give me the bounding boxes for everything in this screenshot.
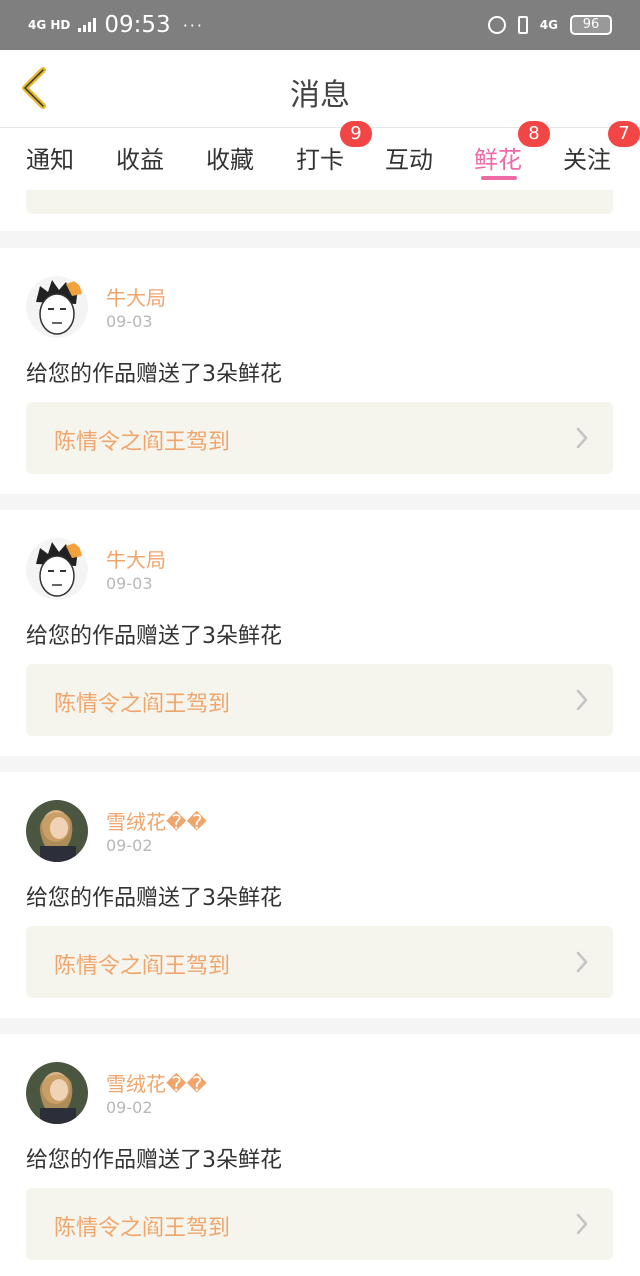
chevron-right-icon — [576, 1213, 588, 1235]
checkin-count-badge: 9 — [340, 121, 372, 147]
battery-icon: 96 — [570, 15, 612, 35]
tab-checkin[interactable]: 打卡 — [296, 140, 344, 175]
divider — [0, 494, 640, 510]
work-link[interactable]: 陈情令之阎王驾到 — [26, 664, 613, 736]
avatar[interactable] — [26, 1062, 88, 1124]
message-text: 给您的作品赠送了3朵鲜花 — [26, 1148, 282, 1173]
chevron-right-icon — [576, 427, 588, 449]
sender-name[interactable]: 雪绒花�� — [106, 806, 207, 835]
clock: 09:53 — [104, 12, 171, 38]
tab-interaction[interactable]: 互动 — [385, 140, 433, 175]
nav-bar: 消息 — [0, 50, 640, 128]
mobile-data-indicator: 4G — [539, 18, 558, 32]
divider — [0, 231, 640, 248]
message-text: 给您的作品赠送了3朵鲜花 — [26, 624, 282, 649]
list-item: 牛大局 09-03 给您的作品赠送了3朵鲜花 陈情令之阎王驾到 — [0, 248, 640, 494]
sender-name[interactable]: 牛大局 — [106, 282, 166, 311]
avatar[interactable] — [26, 538, 88, 600]
tab-follow[interactable]: 关注 — [563, 140, 611, 175]
message-date: 09-02 — [106, 836, 153, 855]
divider — [0, 756, 640, 772]
message-list: 牛大局 09-03 给您的作品赠送了3朵鲜花 陈情令之阎王驾到 牛大局 09-0… — [0, 190, 640, 1276]
network-type: 4G HD — [28, 18, 71, 32]
active-tab-indicator — [481, 176, 517, 180]
work-title: 陈情令之阎王驾到 — [54, 692, 231, 717]
girl-photo-avatar-icon — [26, 800, 88, 862]
work-link[interactable]: 陈情令之阎王驾到 — [26, 402, 613, 474]
signal-icon — [78, 18, 97, 32]
tab-favorites[interactable]: 收藏 — [206, 140, 254, 175]
follow-count-badge: 7 — [608, 121, 640, 147]
work-title: 陈情令之阎王驾到 — [54, 954, 231, 979]
message-date: 09-03 — [106, 574, 153, 593]
list-item: 雪绒花�� 09-02 给您的作品赠送了3朵鲜花 陈情令之阎王驾到 — [0, 772, 640, 1018]
notification-icons: ··· — [182, 15, 204, 35]
cartoon-boy-avatar-icon — [26, 276, 88, 338]
cartoon-boy-avatar-icon — [26, 538, 88, 600]
work-title: 陈情令之阎王驾到 — [54, 1216, 231, 1241]
tab-earnings[interactable]: 收益 — [116, 140, 164, 175]
work-title: 陈情令之阎王驾到 — [54, 430, 231, 455]
work-link[interactable]: 陈情令之阎王驾到 — [26, 1188, 613, 1260]
divider — [0, 1018, 640, 1034]
previous-work-card[interactable] — [26, 190, 613, 214]
tab-flowers[interactable]: 鲜花 — [474, 140, 522, 175]
message-text: 给您的作品赠送了3朵鲜花 — [26, 362, 282, 387]
avatar[interactable] — [26, 800, 88, 862]
tab-notifications[interactable]: 通知 — [26, 140, 74, 175]
status-bar: 4G HD 09:53 ··· 4G 96 — [0, 0, 640, 50]
message-date: 09-02 — [106, 1098, 153, 1117]
page-title: 消息 — [290, 78, 350, 113]
message-text: 给您的作品赠送了3朵鲜花 — [26, 886, 282, 911]
list-item: 牛大局 09-03 给您的作品赠送了3朵鲜花 陈情令之阎王驾到 — [0, 510, 640, 756]
message-date: 09-03 — [106, 312, 153, 331]
alarm-icon — [487, 16, 506, 34]
chevron-right-icon — [576, 951, 588, 973]
tab-bar: 通知 收益 收藏 打卡 9 互动 鲜花 8 关注 7 — [0, 121, 640, 190]
sender-name[interactable]: 雪绒花�� — [106, 1068, 207, 1097]
flowers-count-badge: 8 — [518, 121, 550, 147]
sender-name[interactable]: 牛大局 — [106, 544, 166, 573]
chevron-right-icon — [576, 689, 588, 711]
work-link[interactable]: 陈情令之阎王驾到 — [26, 926, 613, 998]
girl-photo-avatar-icon — [26, 1062, 88, 1124]
vibrate-icon — [517, 16, 528, 34]
avatar[interactable] — [26, 276, 88, 338]
list-item: 雪绒花�� 09-02 给您的作品赠送了3朵鲜花 陈情令之阎王驾到 — [0, 1034, 640, 1276]
